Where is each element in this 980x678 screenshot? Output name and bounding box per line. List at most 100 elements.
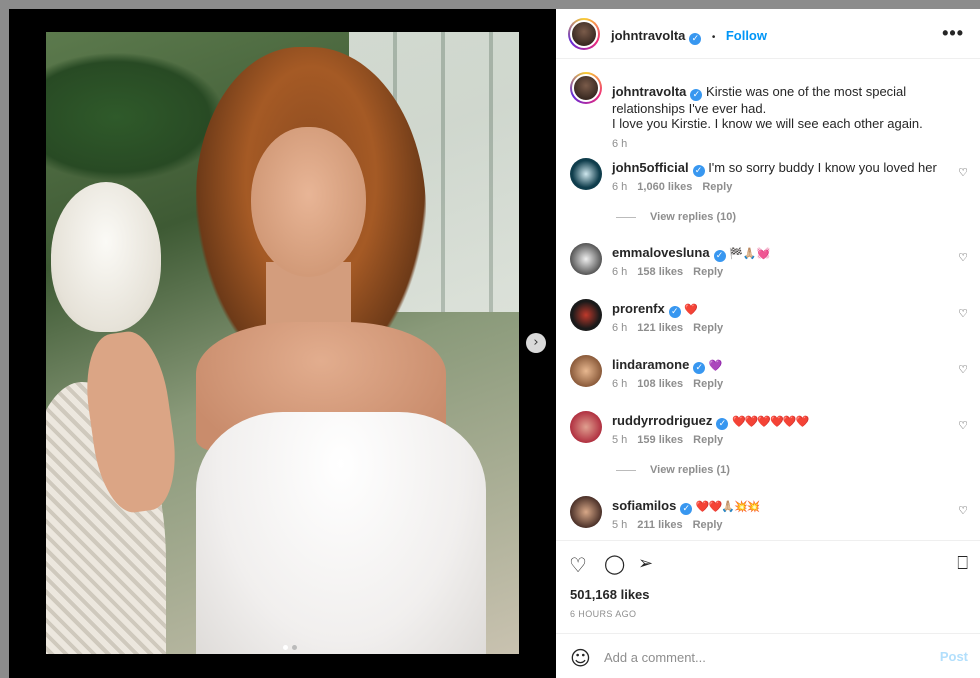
comment-reply-button[interactable]: Reply [702, 181, 732, 193]
comment-input[interactable] [604, 647, 904, 667]
comment-time: 6 h [612, 378, 628, 390]
comment-time: 6 h [612, 266, 628, 278]
comment-body: ❤️❤️🙏🏼💥💥 [695, 500, 760, 513]
verified-badge-icon: ✓ [668, 306, 681, 318]
carousel-dot [292, 645, 297, 650]
comment-like-heart-icon[interactable]: ♡ [958, 419, 968, 432]
comment-likes[interactable]: 158 likes [637, 266, 683, 278]
post-side-panel: johntravolta ✓ • Follow ••• johntravolta ✓… [556, 9, 980, 678]
author-avatar[interactable] [568, 18, 600, 50]
comment-reply-button[interactable]: Reply [693, 266, 723, 278]
comment-reply-button[interactable]: Reply [693, 378, 723, 390]
comment-time: 5 h [612, 519, 628, 531]
commenter-avatar[interactable] [570, 411, 602, 443]
share-icon[interactable]: ➢ [638, 553, 653, 574]
comment-body: I'm so sorry buddy I know you loved her [708, 160, 937, 175]
caption-text: johntravolta ✓ Kirstie was one of the mos… [612, 84, 952, 131]
verified-badge-icon: ✓ [693, 362, 706, 374]
more-options-icon[interactable]: ••• [942, 23, 964, 44]
comment-time: 6 h [612, 181, 628, 193]
view-replies-button[interactable]: View replies (1) [616, 464, 730, 476]
post-media: › [9, 9, 556, 678]
post-time-ago: 6 HOURS AGO [570, 609, 637, 619]
carousel-dot-active [283, 645, 288, 650]
caption-line-3: I love you Kirstie. I know we will see e… [612, 116, 923, 131]
comment-meta: 6 h 158 likes Reply [612, 266, 723, 278]
comment-reply-button[interactable]: Reply [693, 322, 723, 334]
comment-icon[interactable]: ◯ [604, 553, 625, 575]
caption-username[interactable]: johntravolta [612, 84, 686, 99]
post-comment-button[interactable]: Post [940, 649, 968, 664]
post-photo[interactable] [46, 32, 519, 654]
comment-text: emmalovesluna ✓ 🏁🙏🏼💓 [612, 245, 952, 262]
add-comment-bar: ☺ Post [556, 633, 980, 678]
comment-username[interactable]: prorenfx [612, 301, 665, 316]
author-username[interactable]: johntravolta [611, 28, 685, 43]
commenter-avatar[interactable] [570, 243, 602, 275]
caption-avatar[interactable] [570, 72, 602, 104]
comment-username[interactable]: lindaramone [612, 357, 689, 372]
comment-text: prorenfx ✓ ❤️ [612, 301, 952, 318]
post-header: johntravolta ✓ • Follow ••• [556, 9, 980, 59]
verified-badge-icon: ✓ [713, 250, 726, 262]
comment-reply-button[interactable]: Reply [693, 519, 723, 531]
comment-likes[interactable]: 211 likes [637, 519, 682, 531]
commenter-avatar[interactable] [570, 299, 602, 331]
comment-body: ❤️❤️❤️❤️❤️❤️ [732, 415, 809, 428]
caption-line-1: Kirstie was one of the most special [706, 84, 907, 99]
comment-username[interactable]: ruddyrrodriguez [612, 413, 712, 428]
comment-time: 5 h [612, 434, 628, 446]
comment-like-heart-icon[interactable]: ♡ [958, 251, 968, 264]
comments-list: johntravolta ✓ Kirstie was one of the mos… [556, 60, 980, 540]
verified-badge-icon: ✓ [690, 89, 703, 101]
comment-like-heart-icon[interactable]: ♡ [958, 307, 968, 320]
caption-time: 6 h [612, 138, 628, 150]
comment-text: john5official ✓ I'm so sorry buddy I know… [612, 160, 952, 177]
commenter-avatar[interactable] [570, 355, 602, 387]
carousel-next-icon[interactable]: › [526, 333, 546, 353]
caption-line-2: relationships I've ever had. [612, 101, 767, 116]
comment-likes[interactable]: 121 likes [637, 322, 683, 334]
comment-text: ruddyrrodriguez ✓ ❤️❤️❤️❤️❤️❤️ [612, 413, 952, 430]
comment-time: 6 h [612, 322, 628, 334]
heart-icon[interactable]: ♡ [569, 553, 587, 577]
comment-like-heart-icon[interactable]: ♡ [958, 504, 968, 517]
commenter-avatar[interactable] [570, 158, 602, 190]
photo-face [251, 127, 366, 277]
comment-username[interactable]: sofiamilos [612, 498, 676, 513]
post-actions: ♡ ◯ ➢ ⎕ 501,168 likes 6 HOURS AGO [556, 540, 980, 633]
comment-body: ❤️ [684, 303, 698, 316]
verified-badge-icon: ✓ [716, 418, 729, 430]
photo-white-dress [196, 412, 486, 654]
comment-meta: 5 h 159 likes Reply [612, 434, 723, 446]
comment-body: 💜 [708, 359, 723, 372]
comment-meta: 5 h 211 likes Reply [612, 519, 723, 531]
verified-badge-icon: ✓ [692, 165, 705, 177]
verified-badge-icon: ✓ [680, 503, 693, 515]
comment-likes[interactable]: 108 likes [637, 378, 683, 390]
separator: • [711, 32, 716, 43]
follow-button[interactable]: Follow [726, 28, 767, 43]
comment-like-heart-icon[interactable]: ♡ [958, 363, 968, 376]
view-replies-button[interactable]: View replies (10) [616, 211, 736, 223]
comment-username[interactable]: emmalovesluna [612, 245, 710, 260]
emoji-icon[interactable]: ☺ [570, 646, 591, 670]
commenter-avatar[interactable] [570, 496, 602, 528]
comment-text: lindaramone ✓ 💜 [612, 357, 952, 374]
comment-meta: 6 h 1,060 likes Reply [612, 181, 732, 193]
verified-badge-icon: ✓ [689, 33, 702, 45]
comment-likes[interactable]: 1,060 likes [637, 181, 692, 193]
photo-white-bird [51, 182, 161, 332]
comment-text: sofiamilos ✓ ❤️❤️🙏🏼💥💥 [612, 498, 952, 515]
comment-reply-button[interactable]: Reply [693, 434, 723, 446]
comment-meta: 6 h 108 likes Reply [612, 378, 723, 390]
author-line: johntravolta ✓ • Follow [611, 27, 767, 45]
comment-like-heart-icon[interactable]: ♡ [958, 166, 968, 179]
likes-count[interactable]: 501,168 likes [570, 587, 650, 602]
comment-meta: 6 h 121 likes Reply [612, 322, 723, 334]
comment-body: 🏁🙏🏼💓 [729, 247, 771, 260]
comment-likes[interactable]: 159 likes [637, 434, 683, 446]
bookmark-icon[interactable]: ⎕ [957, 553, 968, 574]
comment-username[interactable]: john5official [612, 160, 689, 175]
carousel-dots [283, 645, 297, 650]
